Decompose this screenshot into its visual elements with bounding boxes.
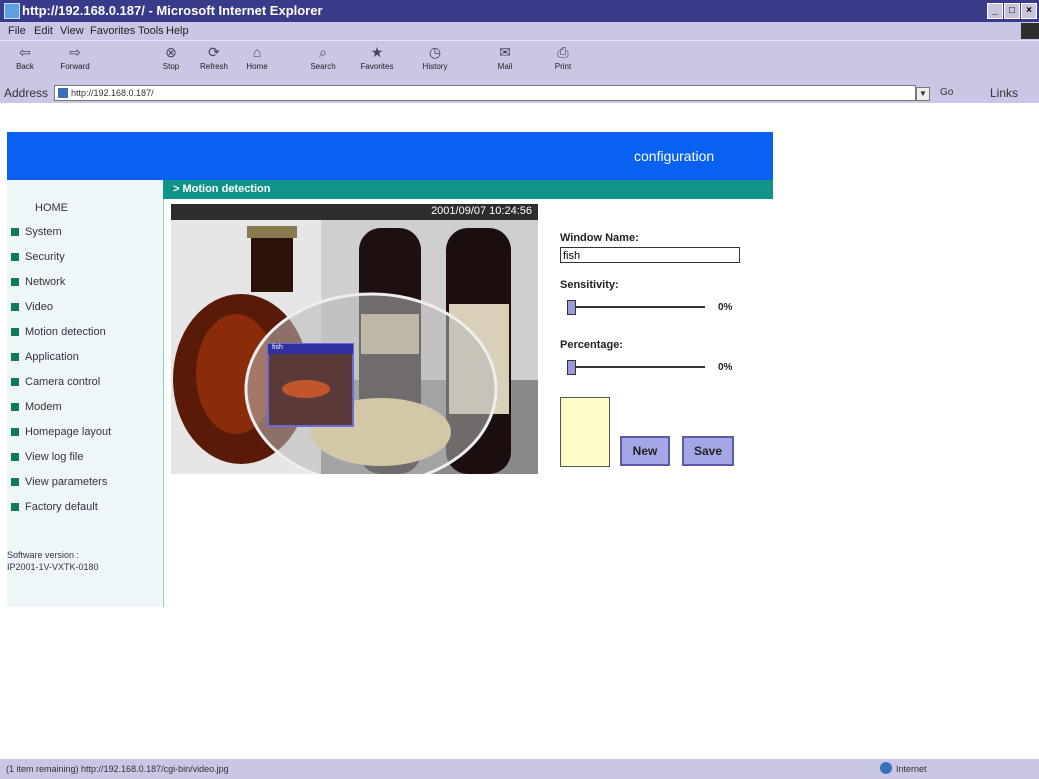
percentage-slider-handle[interactable] [567, 360, 576, 375]
percentage-label: Percentage: [560, 339, 623, 351]
links-button[interactable]: Links [990, 86, 1018, 100]
internet-zone-icon [880, 762, 892, 774]
sidebar-item-system[interactable]: System [11, 226, 62, 238]
back-button[interactable]: ⇦ Back [8, 44, 42, 71]
sidebar-item-camera-control[interactable]: Camera control [11, 376, 100, 388]
search-button[interactable]: ⌕ Search [306, 44, 340, 71]
print-icon: ⎙ [557, 44, 569, 60]
sidebar-item-security[interactable]: Security [11, 251, 65, 263]
window-name-label: Window Name: [560, 232, 639, 244]
window-color-preview [560, 397, 610, 467]
address-bar: Address http://192.168.0.187/ ▼ Go Links [0, 83, 1039, 103]
expand-icon [11, 403, 19, 412]
sensitivity-label: Sensitivity: [560, 279, 619, 291]
forward-button[interactable]: ⇨ Forward [58, 44, 92, 71]
sidebar-item-application[interactable]: Application [11, 351, 79, 363]
sidebar-item-network[interactable]: Network [11, 276, 65, 288]
address-label: Address [4, 86, 49, 100]
sidebar-item-home[interactable]: HOME [35, 202, 68, 214]
favorites-button[interactable]: ★ Favorites [360, 44, 394, 71]
refresh-icon: ⟳ [208, 44, 220, 60]
sidebar-item-view-parameters[interactable]: View parameters [11, 476, 107, 488]
window-title: http://192.168.0.187/ - Microsoft Intern… [22, 3, 323, 18]
page-icon [58, 88, 68, 98]
section-title: > Motion detection [173, 183, 271, 195]
sidebar-item-motion-detection[interactable]: Motion detection [11, 326, 106, 338]
sidebar-item-video[interactable]: Video [11, 301, 53, 313]
sidebar-item-homepage-layout[interactable]: Homepage layout [11, 426, 111, 438]
sensitivity-slider-handle[interactable] [567, 300, 576, 315]
status-message: (1 item remaining) http://192.168.0.187/… [6, 764, 229, 774]
address-dropdown-icon[interactable]: ▼ [916, 87, 930, 101]
print-button[interactable]: ⎙ Print [546, 44, 580, 71]
sensitivity-slider[interactable] [567, 306, 705, 308]
camera-image [171, 220, 538, 474]
forward-arrow-icon: ⇨ [69, 44, 81, 60]
expand-icon [11, 328, 19, 337]
browser-toolbar: ⇦ Back ⇨ Forward ⊗ Stop ⟳ Refresh ⌂ Home ⌕ Sea… [0, 40, 1039, 84]
configuration-link[interactable]: configuration [634, 148, 714, 164]
history-button[interactable]: ◷ History [418, 44, 452, 71]
sidebar-item-view-log-file[interactable]: View log file [11, 451, 84, 463]
minimize-icon[interactable]: _ [987, 3, 1003, 19]
window-title-bar: http://192.168.0.187/ - Microsoft Intern… [0, 0, 1039, 22]
ie-logo-icon [4, 3, 20, 19]
menu-view[interactable]: View [60, 25, 84, 37]
mail-button[interactable]: ✉ Mail [488, 44, 522, 71]
windows-throbber-icon [1021, 23, 1039, 39]
motion-window-label: fish [272, 344, 283, 351]
address-input[interactable]: http://192.168.0.187/ [54, 85, 916, 101]
stop-icon: ⊗ [165, 44, 177, 60]
status-bar: (1 item remaining) http://192.168.0.187/… [0, 758, 1039, 779]
sidebar-item-factory-default[interactable]: Factory default [11, 501, 98, 513]
new-button[interactable]: New [620, 436, 670, 466]
expand-icon [11, 478, 19, 487]
menu-bar: File Edit View Favorites Tools Help [0, 22, 1039, 40]
software-version-value: IP2001-1V-VXTK-0180 [7, 562, 99, 572]
home-icon: ⌂ [252, 44, 262, 60]
percentage-slider[interactable] [567, 366, 705, 368]
sensitivity-value: 0% [718, 302, 733, 313]
expand-icon [11, 228, 19, 237]
expand-icon [11, 303, 19, 312]
maximize-icon[interactable]: □ [1004, 3, 1020, 19]
expand-icon [11, 378, 19, 387]
camera-timestamp: 2001/09/07 10:24:56 [431, 205, 532, 217]
favorites-icon: ★ [370, 44, 384, 60]
sidebar-item-modem[interactable]: Modem [11, 401, 62, 413]
menu-tools[interactable]: Tools [138, 25, 164, 37]
software-version-label: Software version : [7, 550, 80, 560]
refresh-button[interactable]: ⟳ Refresh [197, 44, 231, 71]
expand-icon [11, 428, 19, 437]
section-title-bar: > Motion detection [163, 180, 773, 199]
expand-icon [11, 278, 19, 287]
expand-icon [11, 253, 19, 262]
window-name-input[interactable]: fish [560, 247, 740, 263]
menu-edit[interactable]: Edit [34, 25, 53, 37]
history-icon: ◷ [428, 44, 442, 60]
camera-live-view[interactable]: 2001/09/07 10:24:56 fish [171, 204, 538, 474]
mail-icon: ✉ [499, 44, 511, 60]
sidebar: HOME System Security Network Video Motio… [7, 180, 164, 607]
menu-help[interactable]: Help [166, 25, 189, 37]
percentage-value: 0% [718, 362, 733, 373]
expand-icon [11, 353, 19, 362]
back-arrow-icon: ⇦ [19, 44, 31, 60]
home-button[interactable]: ⌂ Home [240, 44, 274, 71]
security-zone: Internet [896, 764, 927, 774]
search-icon: ⌕ [319, 44, 327, 60]
stop-button[interactable]: ⊗ Stop [154, 44, 188, 71]
menu-file[interactable]: File [8, 25, 26, 37]
go-button[interactable]: Go [940, 87, 953, 98]
expand-icon [11, 453, 19, 462]
expand-icon [11, 503, 19, 512]
close-icon[interactable]: × [1021, 3, 1037, 19]
menu-favorites[interactable]: Favorites [90, 25, 135, 37]
save-button[interactable]: Save [682, 436, 734, 466]
